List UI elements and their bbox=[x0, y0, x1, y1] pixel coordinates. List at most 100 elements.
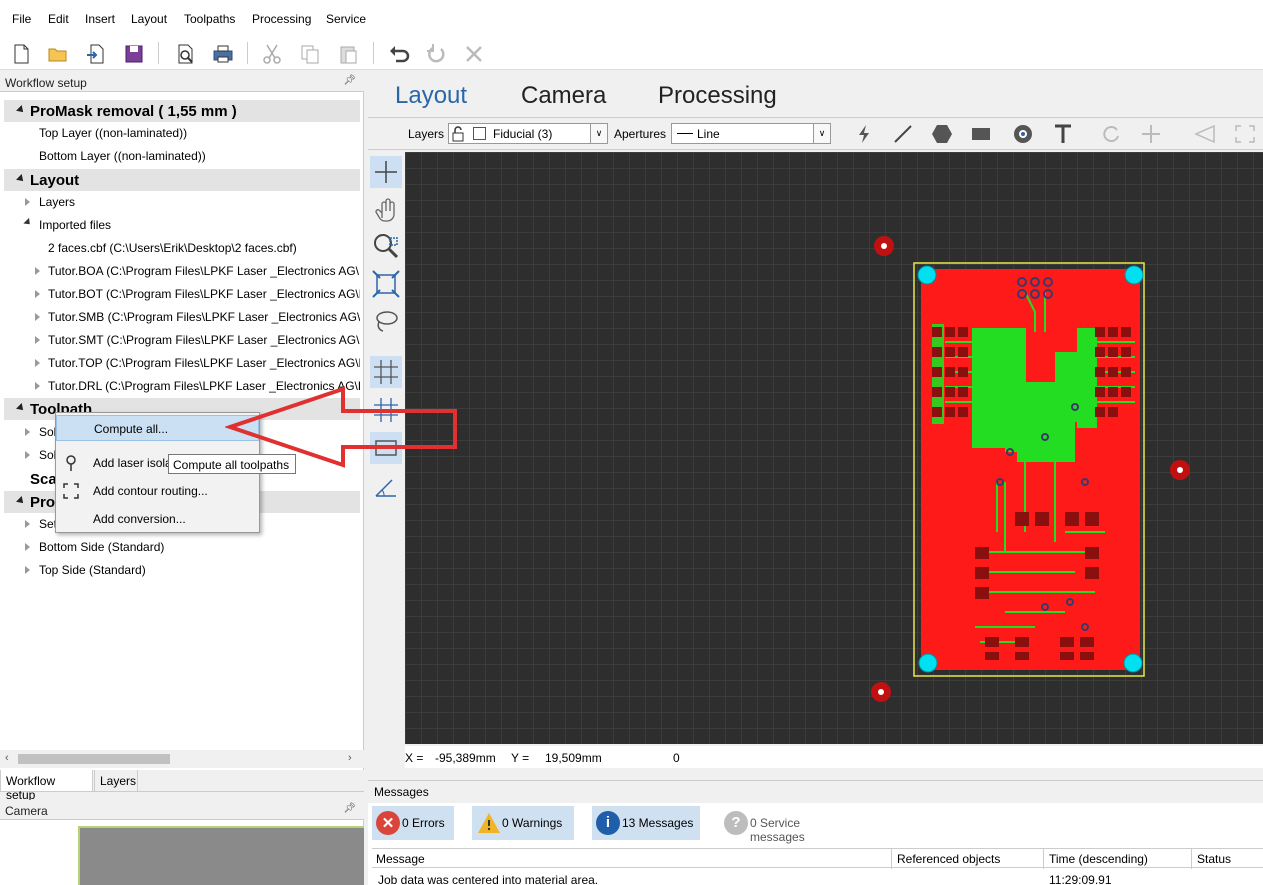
open-folder-icon[interactable] bbox=[46, 42, 70, 66]
warnings-filter-button[interactable]: 0 Warnings bbox=[472, 806, 574, 840]
copy-icon[interactable] bbox=[298, 42, 322, 66]
cut-icon[interactable] bbox=[260, 42, 284, 66]
errors-filter-button[interactable]: ✕ 0 Errors bbox=[372, 806, 454, 840]
imported-file-item[interactable]: Tutor.BOA (C:\Program Files\LPKF Laser _… bbox=[48, 264, 360, 278]
layers-label: Layers bbox=[408, 127, 445, 141]
tab-camera[interactable]: Camera bbox=[521, 82, 606, 110]
collapse-icon[interactable] bbox=[16, 105, 26, 115]
expand-icon[interactable] bbox=[35, 382, 40, 390]
chevron-down-icon[interactable]: ∨ bbox=[813, 124, 830, 143]
tab-layers[interactable]: Layers bbox=[94, 770, 138, 792]
processing-item-top-side[interactable]: Top Side (Standard) bbox=[39, 563, 146, 577]
print-preview-icon[interactable] bbox=[173, 42, 197, 66]
scrollbar-thumb[interactable] bbox=[18, 754, 170, 764]
print-icon[interactable] bbox=[211, 42, 235, 66]
chevron-down-icon[interactable]: ∨ bbox=[590, 124, 607, 143]
expand-icon[interactable] bbox=[35, 313, 40, 321]
messages-filter-button[interactable]: i 13 Messages bbox=[592, 806, 700, 840]
imported-file-item[interactable]: 2 faces.cbf (C:\Users\Erik\Desktop\2 fac… bbox=[48, 241, 360, 255]
collapse-icon[interactable] bbox=[23, 217, 33, 228]
line-tool-icon[interactable] bbox=[893, 124, 913, 144]
tree-item-layers[interactable]: Layers bbox=[39, 195, 75, 209]
pin-icon[interactable]: 📌︎ bbox=[343, 75, 356, 86]
expand-icon[interactable] bbox=[25, 198, 30, 206]
expand-icon[interactable] bbox=[35, 359, 40, 367]
column-time[interactable]: Time (descending) bbox=[1049, 852, 1148, 866]
layout-canvas[interactable] bbox=[405, 152, 1263, 744]
fullscreen-icon[interactable] bbox=[1234, 124, 1256, 144]
menu-layout[interactable]: Layout bbox=[131, 12, 167, 26]
delete-icon[interactable] bbox=[462, 42, 486, 66]
tree-item-imported-files[interactable]: Imported files bbox=[39, 218, 111, 232]
hand-tool-icon[interactable] bbox=[370, 192, 402, 224]
layer-select[interactable]: Fiducial (3) ∨ bbox=[448, 123, 608, 144]
toolpath-item[interactable]: Sol bbox=[39, 448, 56, 462]
collapse-icon[interactable] bbox=[16, 174, 26, 184]
expand-icon[interactable] bbox=[25, 543, 30, 551]
menu-toolpaths[interactable]: Toolpaths bbox=[184, 12, 235, 26]
menu-processing[interactable]: Processing bbox=[252, 12, 311, 26]
expand-icon[interactable] bbox=[25, 520, 30, 528]
scroll-left-icon[interactable]: ‹ bbox=[5, 752, 9, 764]
move-icon[interactable] bbox=[1140, 124, 1162, 144]
menu-file[interactable]: File bbox=[12, 12, 31, 26]
section-promask[interactable]: ProMask removal ( 1,55 mm ) bbox=[4, 100, 360, 122]
redo-icon[interactable] bbox=[424, 42, 448, 66]
paste-icon[interactable] bbox=[336, 42, 360, 66]
menu-bar: File Edit Insert Layout Toolpaths Proces… bbox=[0, 0, 1263, 38]
imported-file-item[interactable]: Tutor.BOT (C:\Program Files\LPKF Laser _… bbox=[48, 287, 360, 301]
expand-icon[interactable] bbox=[35, 290, 40, 298]
grid-toggle-icon[interactable] bbox=[370, 356, 402, 388]
imported-file-item[interactable]: Tutor.SMT (C:\Program Files\LPKF Laser _… bbox=[48, 333, 360, 347]
column-referenced-objects[interactable]: Referenced objects bbox=[897, 852, 1000, 866]
zoom-tool-icon[interactable] bbox=[370, 230, 402, 262]
service-messages-filter-button[interactable]: ? 0 Service messages bbox=[720, 806, 855, 844]
expand-icon[interactable] bbox=[25, 566, 30, 574]
mirror-icon[interactable] bbox=[1194, 124, 1216, 144]
menu-service[interactable]: Service bbox=[326, 12, 366, 26]
column-status[interactable]: Status bbox=[1197, 852, 1231, 866]
import-icon[interactable] bbox=[84, 42, 108, 66]
menu-insert[interactable]: Insert bbox=[85, 12, 115, 26]
processing-item-bottom-side[interactable]: Bottom Side (Standard) bbox=[39, 540, 164, 554]
aperture-select[interactable]: Line ∨ bbox=[671, 123, 831, 144]
polygon-tool-icon[interactable] bbox=[931, 123, 953, 145]
column-message[interactable]: Message bbox=[376, 852, 425, 866]
undo-icon[interactable] bbox=[387, 42, 411, 66]
tab-workflow-setup[interactable]: Workflow setup bbox=[0, 770, 93, 802]
tab-processing[interactable]: Processing bbox=[658, 82, 777, 110]
collapse-icon[interactable] bbox=[16, 496, 26, 506]
flash-icon[interactable] bbox=[854, 124, 874, 144]
expand-icon[interactable] bbox=[25, 428, 30, 436]
text-tool-icon[interactable] bbox=[1052, 123, 1074, 145]
section-layout[interactable]: Layout bbox=[4, 169, 360, 191]
expand-icon[interactable] bbox=[35, 267, 40, 275]
promask-item-top[interactable]: Top Layer ((non-laminated)) bbox=[39, 126, 187, 140]
pin-icon[interactable]: 📌︎ bbox=[343, 803, 356, 814]
promask-item-bottom[interactable]: Bottom Layer ((non-laminated)) bbox=[39, 149, 206, 163]
collapse-icon[interactable] bbox=[16, 403, 26, 413]
tab-layout[interactable]: Layout bbox=[395, 82, 467, 110]
toolpath-item[interactable]: Sol bbox=[39, 425, 56, 439]
horizontal-scrollbar[interactable]: ‹ › bbox=[0, 750, 364, 768]
circle-tool-icon[interactable] bbox=[1012, 123, 1034, 145]
menu-add-conversion[interactable]: Add conversion... bbox=[56, 506, 259, 532]
new-file-icon[interactable] bbox=[9, 42, 33, 66]
imported-file-item[interactable]: Tutor.TOP (C:\Program Files\LPKF Laser _… bbox=[48, 356, 360, 370]
menu-edit[interactable]: Edit bbox=[48, 12, 69, 26]
x-value: -95,389mm bbox=[435, 751, 496, 765]
lock-icon[interactable] bbox=[451, 126, 465, 142]
lasso-tool-icon[interactable] bbox=[370, 306, 402, 338]
imported-file-item[interactable]: Tutor.SMB (C:\Program Files\LPKF Laser _… bbox=[48, 310, 360, 324]
save-icon[interactable] bbox=[122, 42, 146, 66]
expand-icon[interactable] bbox=[35, 336, 40, 344]
crosshair-tool-icon[interactable] bbox=[370, 156, 402, 188]
zoom-fit-icon[interactable] bbox=[370, 268, 402, 300]
rotate-icon[interactable] bbox=[1102, 124, 1122, 144]
x-label: X = bbox=[405, 751, 424, 765]
rectangle-tool-icon[interactable] bbox=[970, 124, 994, 144]
menu-add-contour-routing[interactable]: Add contour routing... bbox=[56, 478, 259, 504]
scroll-right-icon[interactable]: › bbox=[348, 752, 352, 764]
expand-icon[interactable] bbox=[25, 451, 30, 459]
angle-tool-icon[interactable] bbox=[370, 470, 402, 502]
